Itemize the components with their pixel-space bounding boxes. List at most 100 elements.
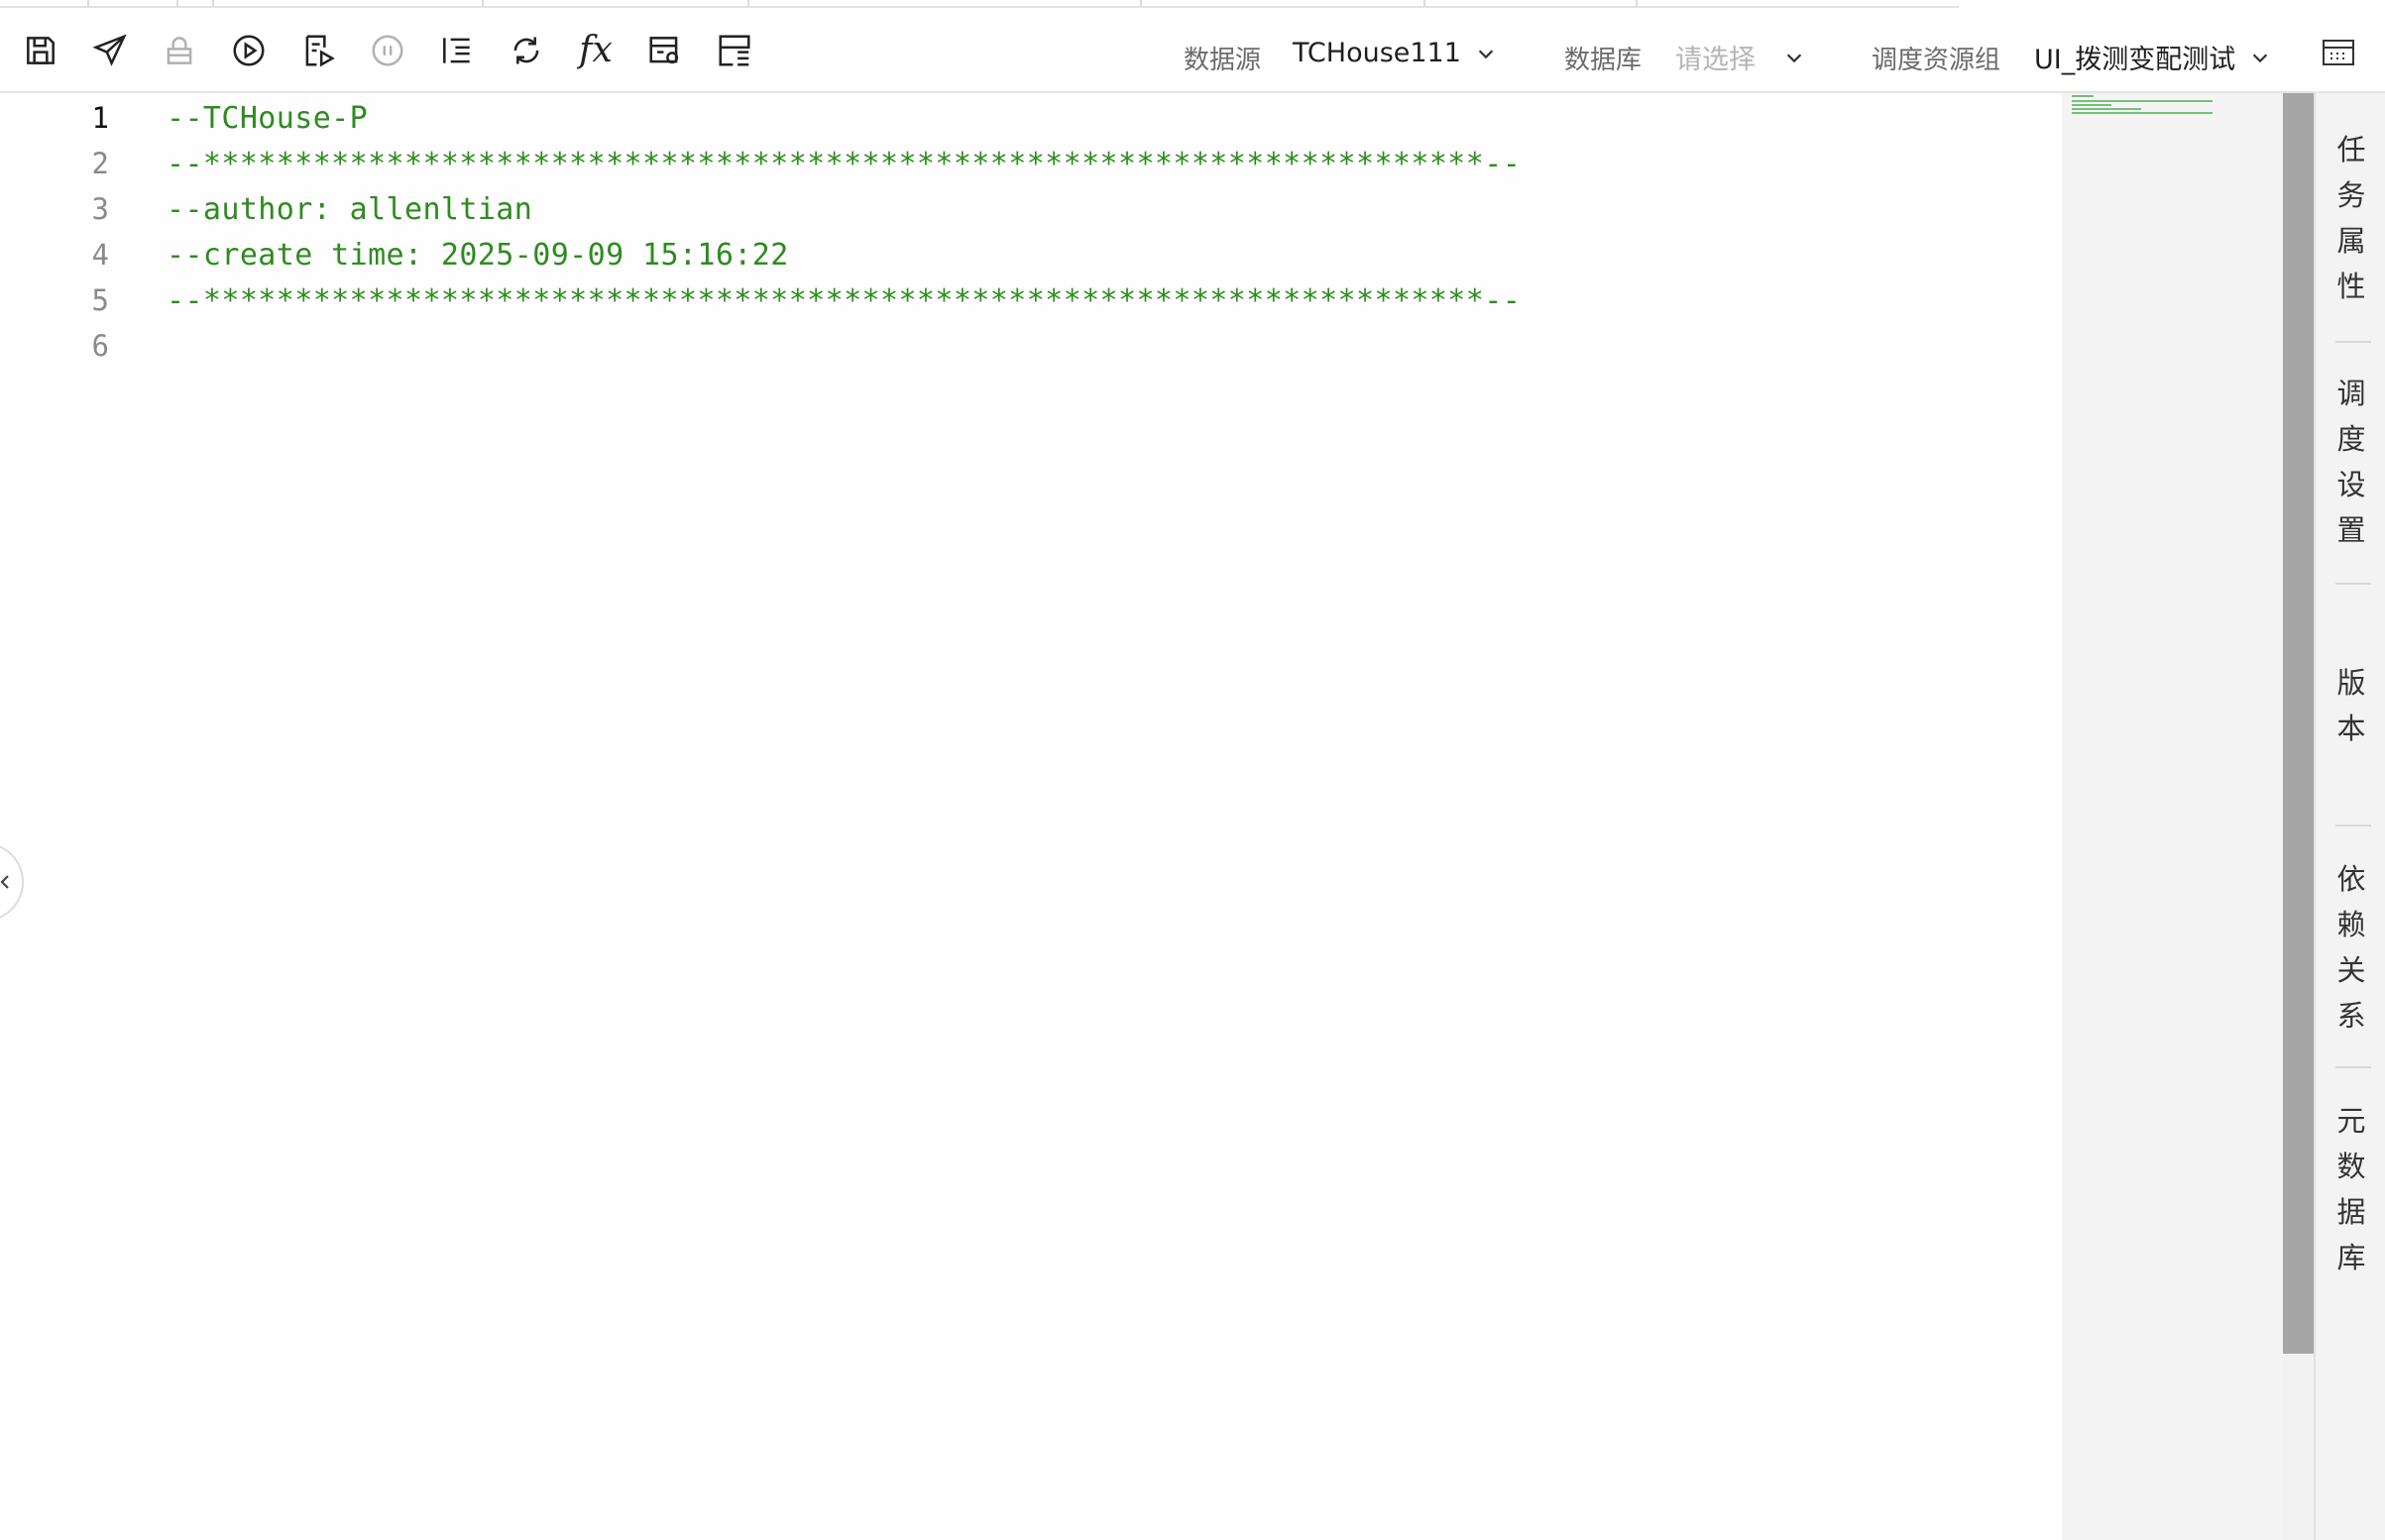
panel-tab-version[interactable]: 版 本 (2316, 660, 2385, 751)
editor-line: 4 --create time: 2025-09-09 15:16:22 (0, 232, 2062, 277)
database-label: 数据库 (1564, 46, 1643, 75)
panel-tab-char: 数 (2336, 1150, 2366, 1183)
panel-tab-char: 库 (2336, 1241, 2366, 1274)
chevron-down-icon (1786, 53, 1802, 62)
params-icon (649, 37, 679, 64)
lock-icon (167, 37, 192, 64)
vertical-scrollbar[interactable] (2283, 93, 2314, 1354)
tab-divider (1140, 0, 1142, 6)
panel-tab-metadata[interactable]: 元 数 据 库 (2316, 1098, 2385, 1280)
function-icon: fx (579, 30, 613, 70)
save-button[interactable] (18, 28, 63, 73)
panel-tab-char: 设 (2336, 468, 2366, 501)
code-line: --**************************************… (167, 282, 1522, 318)
format-button[interactable] (434, 28, 480, 73)
line-number: 3 (91, 192, 109, 226)
panel-tab-char: 据 (2336, 1195, 2366, 1229)
datasource-select[interactable]: TCHouse111 (1293, 38, 1497, 68)
line-number: 6 (91, 329, 109, 363)
run-button[interactable] (226, 28, 272, 73)
panel-divider (2335, 341, 2371, 343)
tab-divider (1636, 0, 1638, 6)
minimap-line (2072, 95, 2094, 97)
minimap-line (2072, 108, 2141, 110)
minimap-line (2072, 100, 2213, 102)
code-line: --TCHouse-P (167, 100, 369, 136)
panel-divider (2335, 1066, 2371, 1068)
run-icon (233, 35, 265, 66)
format-icon (443, 38, 470, 63)
code-line: --**************************************… (167, 146, 1522, 181)
save-icon (27, 37, 55, 64)
submit-icon (92, 34, 127, 66)
resource-group-label: 调度资源组 (1872, 46, 2001, 75)
panel-tab-char: 元 (2336, 1104, 2366, 1138)
panel-tab-char: 度 (2336, 422, 2366, 456)
params-button[interactable] (642, 28, 688, 73)
editor-line: 6 (0, 323, 2062, 369)
panel-tab-char: 属 (2336, 224, 2366, 258)
tab-divider (212, 0, 214, 6)
table-icon (719, 35, 750, 66)
refresh-icon (513, 37, 539, 64)
right-side-panel: 任 务 属 性 调 度 设 置 版 本 依 赖 关 系 元 数 据 库 (2314, 93, 2385, 1540)
run-selected-icon (305, 35, 335, 67)
function-button[interactable]: fx (573, 28, 619, 73)
resource-group-select[interactable]: UI_拨测变配测试 (2034, 38, 2271, 76)
datasource-value: TCHouse111 (1293, 38, 1461, 68)
line-number: 4 (91, 238, 109, 272)
panel-tab-char: 调 (2336, 377, 2366, 410)
minimap-line (2072, 112, 2213, 114)
panel-tab-char: 关 (2336, 953, 2366, 987)
chevron-down-icon (1478, 49, 1494, 58)
panel-tab-char: 依 (2336, 862, 2366, 896)
chevron-down-icon (2253, 53, 2268, 62)
code-editor[interactable]: 1 --TCHouse-P 2 --**********************… (0, 95, 2062, 1540)
line-number: 1 (91, 101, 109, 135)
panel-tab-task-properties[interactable]: 任 务 属 性 (2316, 127, 2385, 309)
layout-icon[interactable] (2322, 38, 2355, 67)
panel-tab-char: 务 (2336, 178, 2366, 212)
panel-tab-char: 置 (2336, 513, 2366, 547)
minimap-line (2072, 104, 2111, 106)
panel-divider (2335, 583, 2371, 585)
panel-tab-char: 系 (2336, 999, 2366, 1033)
chevron-left-icon (0, 875, 9, 889)
code-line: --author: allenltian (167, 191, 533, 227)
scrollbar-track[interactable] (2283, 1354, 2314, 1540)
lock-button[interactable] (157, 28, 202, 73)
editor-line: 2 --************************************… (0, 141, 2062, 186)
tab-divider (747, 0, 749, 6)
line-number: 5 (91, 283, 109, 317)
refresh-button[interactable] (504, 28, 549, 73)
panel-tab-char: 版 (2336, 666, 2366, 700)
panel-tab-dependencies[interactable]: 依 赖 关 系 (2316, 856, 2385, 1039)
collapse-sidebar-button[interactable] (0, 842, 24, 922)
line-number: 2 (91, 147, 109, 180)
resource-group-value: UI_拨测变配测试 (2034, 45, 2236, 75)
tab-divider (87, 0, 89, 6)
editor-line: 3 --author: allenltian (0, 186, 2062, 232)
editor-toolbar: fx 数据源 TCHouse111 数据库 请选择 调度资源组 UI_拨测变配测… (0, 8, 2385, 93)
database-select[interactable]: 请选择 (1675, 38, 1805, 76)
panel-tab-char: 本 (2336, 712, 2366, 745)
panel-tab-char: 赖 (2336, 908, 2366, 941)
panel-divider (2335, 825, 2371, 826)
panel-tab-schedule-settings[interactable]: 调 度 设 置 (2316, 371, 2385, 553)
panel-tab-char: 性 (2336, 270, 2366, 303)
code-line: --create time: 2025-09-09 15:16:22 (167, 237, 789, 273)
tab-divider (1423, 0, 1425, 6)
datasource-label: 数据源 (1184, 46, 1262, 75)
submit-button[interactable] (87, 28, 133, 73)
editor-line: 1 --TCHouse-P (0, 95, 2062, 141)
editor-line: 5 --************************************… (0, 277, 2062, 323)
panel-tab-char: 任 (2336, 133, 2366, 166)
editor-minimap[interactable] (2062, 93, 2284, 1540)
database-placeholder: 请选择 (1675, 45, 1756, 75)
tab-divider (176, 0, 178, 6)
tab-divider (482, 0, 484, 6)
run-selected-button[interactable] (295, 28, 341, 73)
stop-icon (372, 35, 403, 66)
table-button[interactable] (712, 28, 757, 73)
stop-button[interactable] (365, 28, 410, 73)
